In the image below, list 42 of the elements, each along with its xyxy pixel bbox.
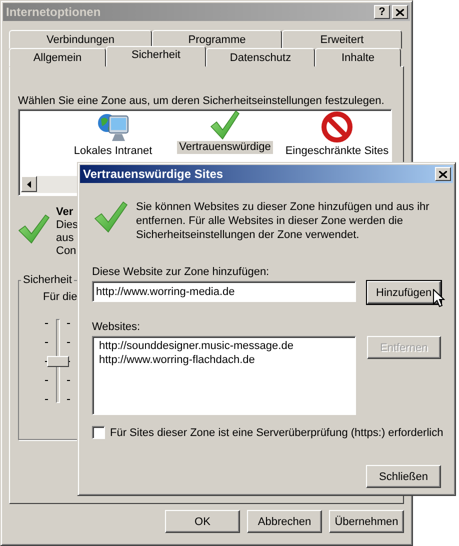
url-input-field[interactable]: http://www.worring-media.de [92,281,356,302]
tab[interactable]: Programme [152,30,282,49]
tab[interactable]: Sicherheit [106,46,206,67]
close-icon [439,170,447,178]
checkbox-label: Für Sites dieser Zone ist eine Serverüberprüfung (https:) erforderlich [110,426,444,438]
scroll-left-button[interactable] [21,176,37,192]
dialog-button[interactable]: Übernehmen [329,510,404,533]
list-label: Websites: [92,321,142,333]
close-icon [396,8,404,16]
zone-description: Dies [56,219,78,232]
group-label: Sicherheit [21,274,74,286]
dialog-title: Vertrauenswürdige Sites [83,167,224,181]
zone-item[interactable]: Eingeschränkte Sites [283,145,391,158]
checkmark-icon [210,110,240,140]
close-dialog-button[interactable]: Schließen [366,465,441,488]
tab[interactable]: Allgemein [9,48,106,67]
tab[interactable]: Erweitert [282,30,402,49]
dialog-button[interactable]: OK [165,510,240,533]
close-button[interactable] [435,167,451,181]
tab[interactable]: Verbindungen [9,30,152,49]
window-title: Internetoptionen [6,5,102,19]
dialog-button[interactable]: Abbrechen [247,510,322,533]
left-arrow-icon [27,180,31,188]
zone-title: Ver [56,206,74,219]
group-caption: Für die [43,291,78,303]
checkmark-icon [18,214,50,244]
description-text: Sie können Websites zu dieser Zone hinzufügen und aus ihr entfernen. Für alle Websites in dieser Zone werden die Sicherheitseinstellungen der Zone verwendet. [136,200,430,242]
help-button[interactable]: ? [374,5,390,19]
checkbox[interactable] [92,426,105,439]
list-item[interactable]: http://www.worring-flachdach.de [99,353,349,367]
field-label: Diese Website zur Zone hinzufügen: [92,266,270,278]
cursor-icon [433,289,445,308]
tab[interactable]: Datenschutz [206,48,315,67]
instruction-text: Wählen Sie eine Zone aus, um deren Sicherheitseinstellungen festzulegen. [18,95,386,107]
close-button[interactable] [392,5,408,19]
list-item[interactable]: http://sounddesigner.music-message.de [99,339,349,353]
zone-item[interactable]: Lokales Intranet [72,145,154,158]
tab[interactable]: Inhalte [315,48,401,67]
checkmark-icon [94,201,128,233]
zone-description: aus [56,232,75,245]
zone-item[interactable]: Vertrauenswürdige [177,141,273,154]
zone-description: Con [56,245,78,258]
